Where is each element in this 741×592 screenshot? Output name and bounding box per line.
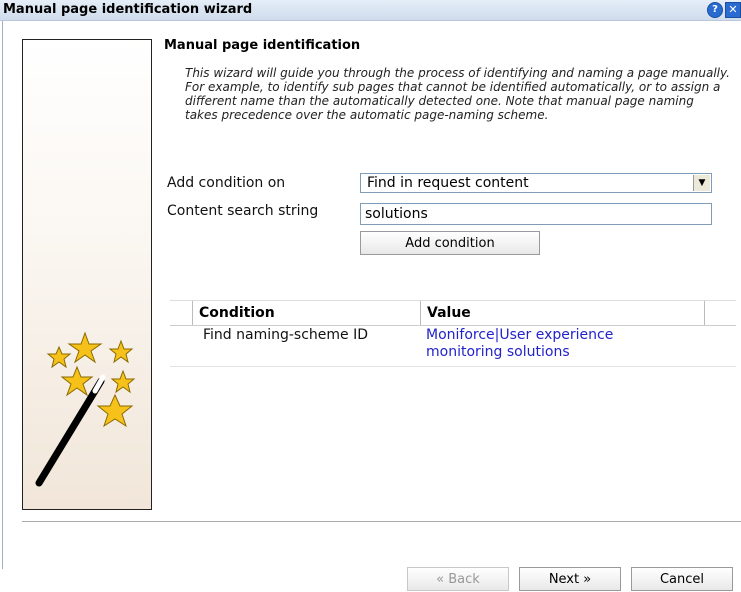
window-title: Manual page identification wizard [3,2,253,17]
left-border [2,21,11,569]
title-bar: Manual page identification wizard ? ✕ [0,0,741,21]
table-row[interactable]: Find naming-scheme ID Moniforce|User exp… [170,326,736,367]
add-condition-button[interactable]: Add condition [360,231,540,255]
column-header-value[interactable]: Value [420,301,704,325]
column-header-condition[interactable]: Condition [192,301,420,325]
add-condition-select[interactable]: Find in request content ▼ [360,173,712,193]
chevron-down-icon[interactable]: ▼ [693,175,710,191]
wizard-side-panel [22,39,152,510]
magic-wand-icon [35,331,136,487]
add-condition-label: Add condition on [167,175,286,191]
page-title: Manual page identification [164,38,361,53]
help-icon[interactable]: ? [707,2,723,18]
row-condition: Find naming-scheme ID [203,327,369,343]
back-button[interactable]: « Back [407,567,509,591]
table-header: Condition Value [170,300,736,326]
add-condition-value: Find in request content [367,175,529,191]
wizard-description: This wizard will guide you through the p… [185,66,730,122]
footer-divider [22,521,741,522]
row-value-link[interactable]: Moniforce|User experience monitoring sol… [426,327,666,361]
content-search-input[interactable]: solutions [360,203,712,225]
next-button[interactable]: Next » [519,567,621,591]
content-search-label: Content search string [167,203,319,219]
column-header-extra [704,301,736,325]
close-icon[interactable]: ✕ [725,2,741,18]
cancel-button[interactable]: Cancel [631,567,733,591]
